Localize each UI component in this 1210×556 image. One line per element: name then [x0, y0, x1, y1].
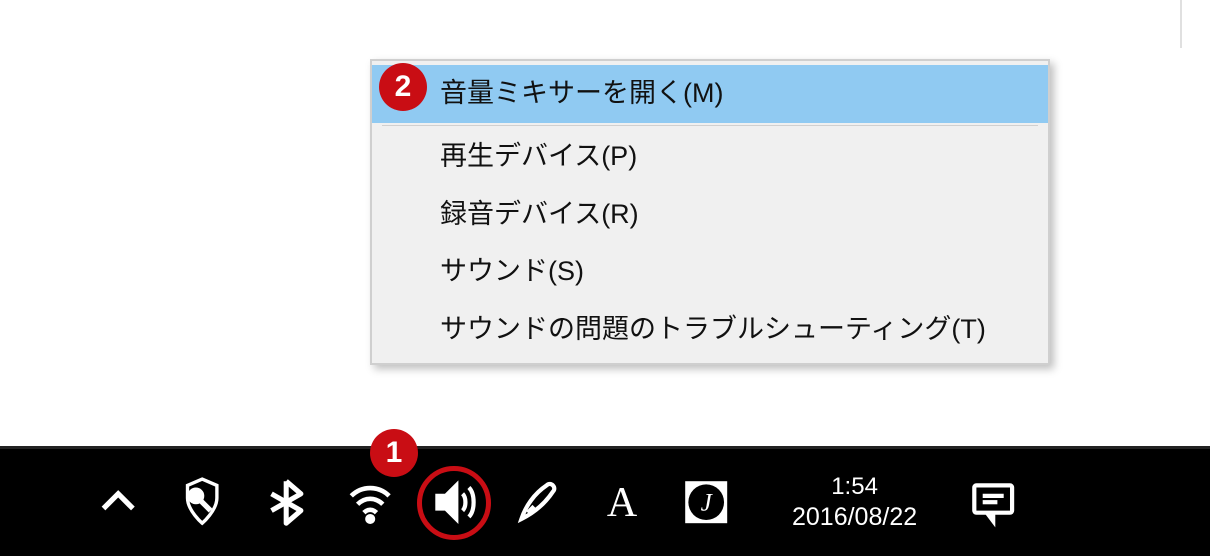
chevron-up-icon[interactable] — [90, 475, 146, 531]
decorative-stripe — [1180, 0, 1182, 48]
menu-item-recording-devices[interactable]: 録音デバイス(R) — [372, 186, 1048, 244]
menu-item-label: 録音デバイス(R) — [440, 199, 639, 229]
pen-icon[interactable] — [510, 475, 566, 531]
taskbar: A J 1:54 2016/08/22 — [0, 446, 1210, 556]
annotation-badge-2: 2 — [379, 63, 427, 111]
clock-time: 1:54 — [792, 472, 917, 502]
bluetooth-icon[interactable] — [258, 475, 314, 531]
ime-indicator-icon[interactable]: A — [594, 475, 650, 531]
menu-item-playback-devices[interactable]: 再生デバイス(P) — [372, 128, 1048, 186]
badge-number: 2 — [395, 70, 412, 104]
menu-item-label: サウンドの問題のトラブルシューティング(T) — [440, 314, 986, 344]
menu-item-label: 再生デバイス(P) — [440, 141, 637, 171]
menu-item-label: サウンド(S) — [440, 256, 584, 286]
menu-item-label: 音量ミキサーを開く(M) — [440, 78, 723, 108]
badge-number: 1 — [386, 436, 403, 470]
clock-date: 2016/08/22 — [792, 502, 917, 533]
svg-text:J: J — [700, 490, 713, 517]
menu-item-sounds[interactable]: サウンド(S) — [372, 243, 1048, 301]
speaker-context-menu: 音量ミキサーを開く(M) 再生デバイス(P) 録音デバイス(R) サウンド(S)… — [370, 59, 1050, 365]
notification-icon[interactable] — [965, 475, 1021, 531]
security-icon[interactable] — [174, 475, 230, 531]
wifi-icon[interactable] — [342, 475, 398, 531]
taskbar-clock[interactable]: 1:54 2016/08/22 — [792, 472, 917, 533]
ime-letter: A — [607, 479, 637, 527]
menu-item-volume-mixer[interactable]: 音量ミキサーを開く(M) — [372, 65, 1048, 123]
menu-separator — [382, 125, 1038, 126]
app-j-icon[interactable]: J — [678, 475, 734, 531]
annotation-badge-1: 1 — [370, 429, 418, 477]
menu-item-troubleshoot-sound[interactable]: サウンドの問題のトラブルシューティング(T) — [372, 301, 1048, 359]
speaker-icon[interactable] — [426, 475, 482, 531]
